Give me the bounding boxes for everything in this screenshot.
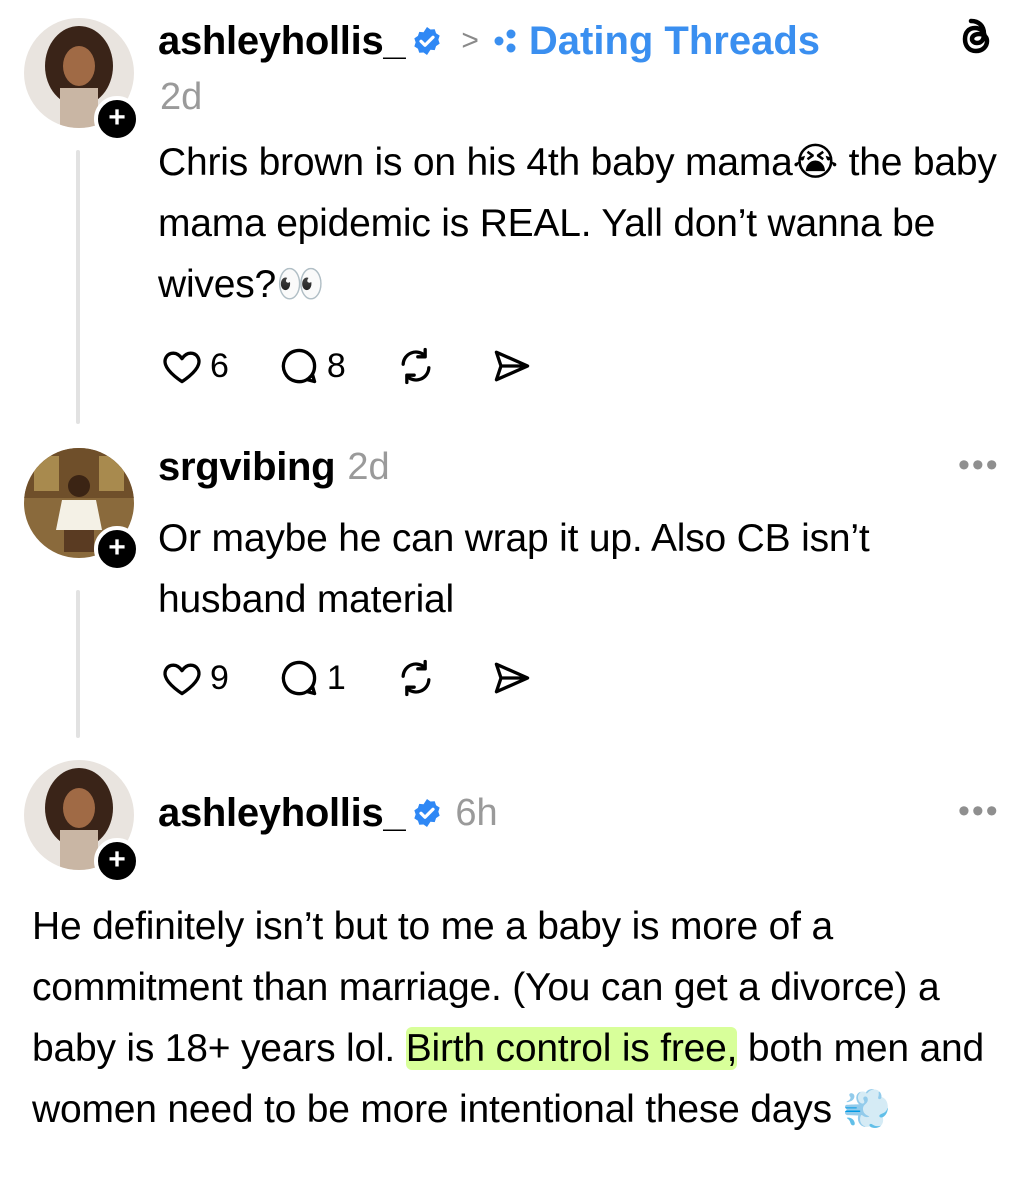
repost-button[interactable] bbox=[394, 344, 438, 388]
breadcrumb-separator: > bbox=[461, 24, 479, 57]
reply-button[interactable]: 1 bbox=[277, 656, 346, 700]
community-link[interactable]: Dating Threads bbox=[529, 19, 820, 64]
repost-button[interactable] bbox=[394, 656, 438, 700]
reply-header: ashleyhollis_ 6h bbox=[158, 786, 498, 840]
comment-icon bbox=[281, 660, 317, 696]
post-timestamp: 2d bbox=[160, 76, 203, 118]
threads-logo-icon[interactable] bbox=[956, 16, 998, 62]
repost-icon bbox=[401, 659, 431, 697]
reply-text: Or maybe he can wrap it up. Also CB isn’… bbox=[158, 517, 870, 621]
heart-icon bbox=[163, 351, 201, 384]
like-button[interactable]: 9 bbox=[160, 656, 229, 700]
follow-plus-icon[interactable]: + bbox=[94, 526, 140, 572]
username[interactable]: ashleyhollis_ bbox=[158, 791, 406, 836]
community-dots-icon bbox=[493, 28, 519, 54]
post-header: ashleyhollis_ > Dating Threads bbox=[158, 14, 820, 68]
share-button[interactable] bbox=[490, 344, 534, 388]
reply-header: srgvibing 2d bbox=[158, 440, 390, 494]
reply-timestamp: 2d bbox=[347, 445, 390, 488]
verified-badge-icon bbox=[411, 797, 443, 829]
follow-plus-icon[interactable]: + bbox=[94, 838, 140, 884]
reply-timestamp: 6h bbox=[455, 791, 498, 834]
highlighted-text: Birth control is free, bbox=[405, 1027, 738, 1070]
like-button[interactable]: 6 bbox=[160, 344, 229, 388]
thread-line bbox=[76, 150, 80, 424]
thread-line bbox=[76, 590, 80, 738]
repost-icon bbox=[401, 347, 431, 385]
username[interactable]: srgvibing bbox=[158, 445, 336, 490]
username[interactable]: ashleyhollis_ bbox=[158, 19, 406, 64]
reply-count: 8 bbox=[326, 346, 346, 385]
more-options-button[interactable]: ••• bbox=[958, 792, 1000, 831]
send-icon bbox=[494, 350, 530, 382]
reply-actions: 9 1 bbox=[160, 656, 582, 700]
follow-plus-icon[interactable]: + bbox=[94, 96, 140, 142]
more-options-button[interactable]: ••• bbox=[958, 446, 1000, 485]
post-text: Chris brown is on his 4th baby mama😭 the… bbox=[158, 141, 997, 306]
share-button[interactable] bbox=[490, 656, 534, 700]
post-actions: 6 8 bbox=[160, 344, 582, 388]
comment-icon bbox=[281, 348, 317, 384]
verified-badge-icon bbox=[411, 25, 443, 57]
reply-button[interactable]: 8 bbox=[277, 344, 346, 388]
reply-count: 1 bbox=[326, 658, 346, 697]
like-count: 9 bbox=[210, 658, 229, 697]
reply-text: He definitely isn’t but to me a baby is … bbox=[32, 896, 1007, 1140]
like-count: 6 bbox=[210, 346, 229, 385]
send-icon bbox=[494, 662, 530, 694]
heart-icon bbox=[163, 663, 201, 696]
